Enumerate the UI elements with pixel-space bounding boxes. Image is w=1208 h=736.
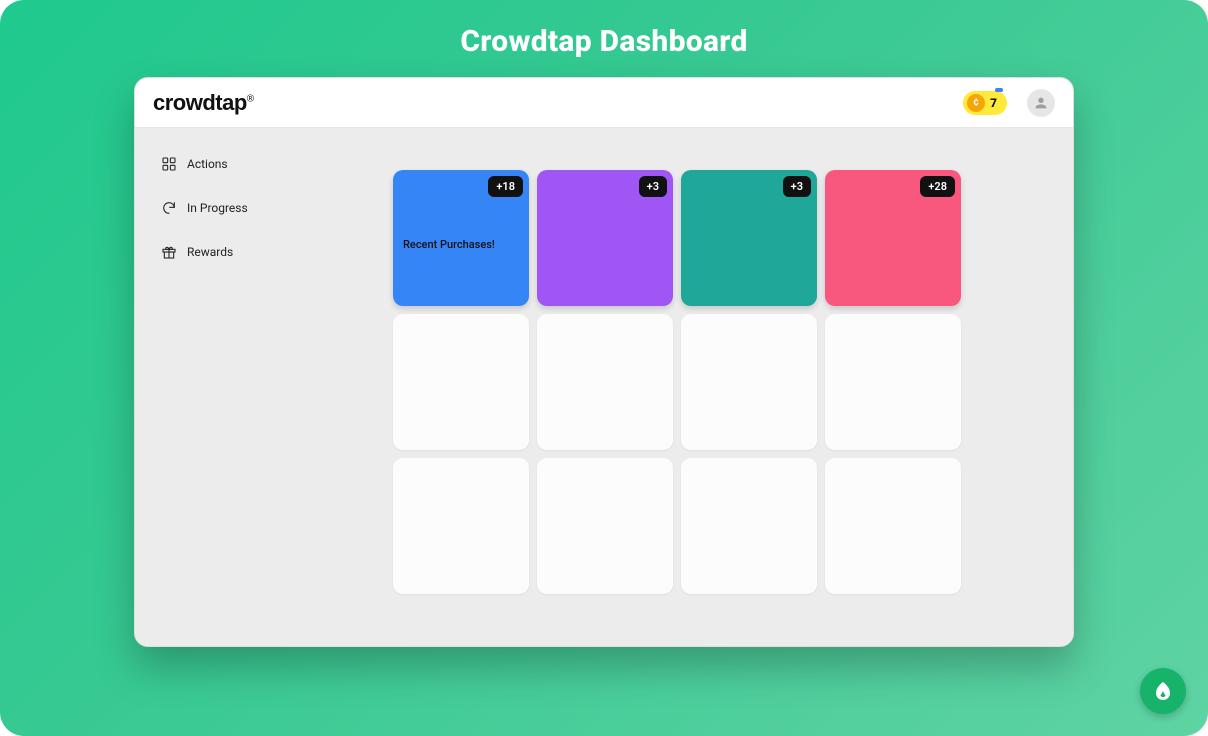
sidebar-item-label: Rewards <box>187 245 233 259</box>
brand-registered: ® <box>247 93 254 104</box>
tile-label: Recent Purchases! <box>403 238 495 251</box>
sidebar-item-label: Actions <box>187 157 228 171</box>
points-badge: +28 <box>920 176 955 197</box>
user-icon <box>1033 95 1049 111</box>
action-tile[interactable] <box>681 314 817 450</box>
topbar: crowdtap® ¢ 7 <box>135 78 1073 128</box>
action-tile[interactable] <box>537 314 673 450</box>
points-badge: +18 <box>488 176 523 197</box>
sidebar-item-label: In Progress <box>187 201 248 215</box>
leaf-icon <box>1151 679 1175 703</box>
sidebar-item-in-progress[interactable]: In Progress <box>155 200 283 216</box>
gift-icon <box>161 244 177 260</box>
sidebar-item-rewards[interactable]: Rewards <box>155 244 283 260</box>
action-tile[interactable] <box>393 458 529 594</box>
action-tile[interactable]: +3 <box>537 170 673 306</box>
grid-icon <box>161 156 177 172</box>
refresh-icon <box>161 200 177 216</box>
brand-name: crowdtap <box>153 90 247 115</box>
action-tile[interactable] <box>825 314 961 450</box>
action-tile[interactable]: +3 <box>681 170 817 306</box>
coin-icon: ¢ <box>967 94 985 112</box>
action-tile[interactable]: +18 Recent Purchases! <box>393 170 529 306</box>
coin-counter[interactable]: ¢ 7 <box>963 91 1007 115</box>
action-tile[interactable] <box>393 314 529 450</box>
sidebar: Actions In Progress Rewards <box>149 142 289 632</box>
action-tile[interactable] <box>825 458 961 594</box>
action-tile[interactable] <box>681 458 817 594</box>
app-window: crowdtap® ¢ 7 Actions In Progress <box>134 77 1074 647</box>
user-avatar[interactable] <box>1027 89 1055 117</box>
points-badge: +3 <box>639 176 667 197</box>
corner-badge[interactable] <box>1140 668 1186 714</box>
main-panel: +18 Recent Purchases! +3 +3 +28 <box>303 142 1059 632</box>
action-tile[interactable] <box>537 458 673 594</box>
brand-logo[interactable]: crowdtap® <box>153 90 254 116</box>
points-badge: +3 <box>783 176 811 197</box>
action-tile[interactable]: +28 <box>825 170 961 306</box>
page-title: Crowdtap Dashboard <box>0 24 1208 59</box>
sidebar-item-actions[interactable]: Actions <box>155 156 283 172</box>
window-body: Actions In Progress Rewards +18 Recent Pu… <box>135 128 1073 646</box>
page-background: Crowdtap Dashboard crowdtap® ¢ 7 Actions <box>0 0 1208 736</box>
tile-grid: +18 Recent Purchases! +3 +3 +28 <box>393 170 961 594</box>
coin-count: 7 <box>990 96 997 110</box>
